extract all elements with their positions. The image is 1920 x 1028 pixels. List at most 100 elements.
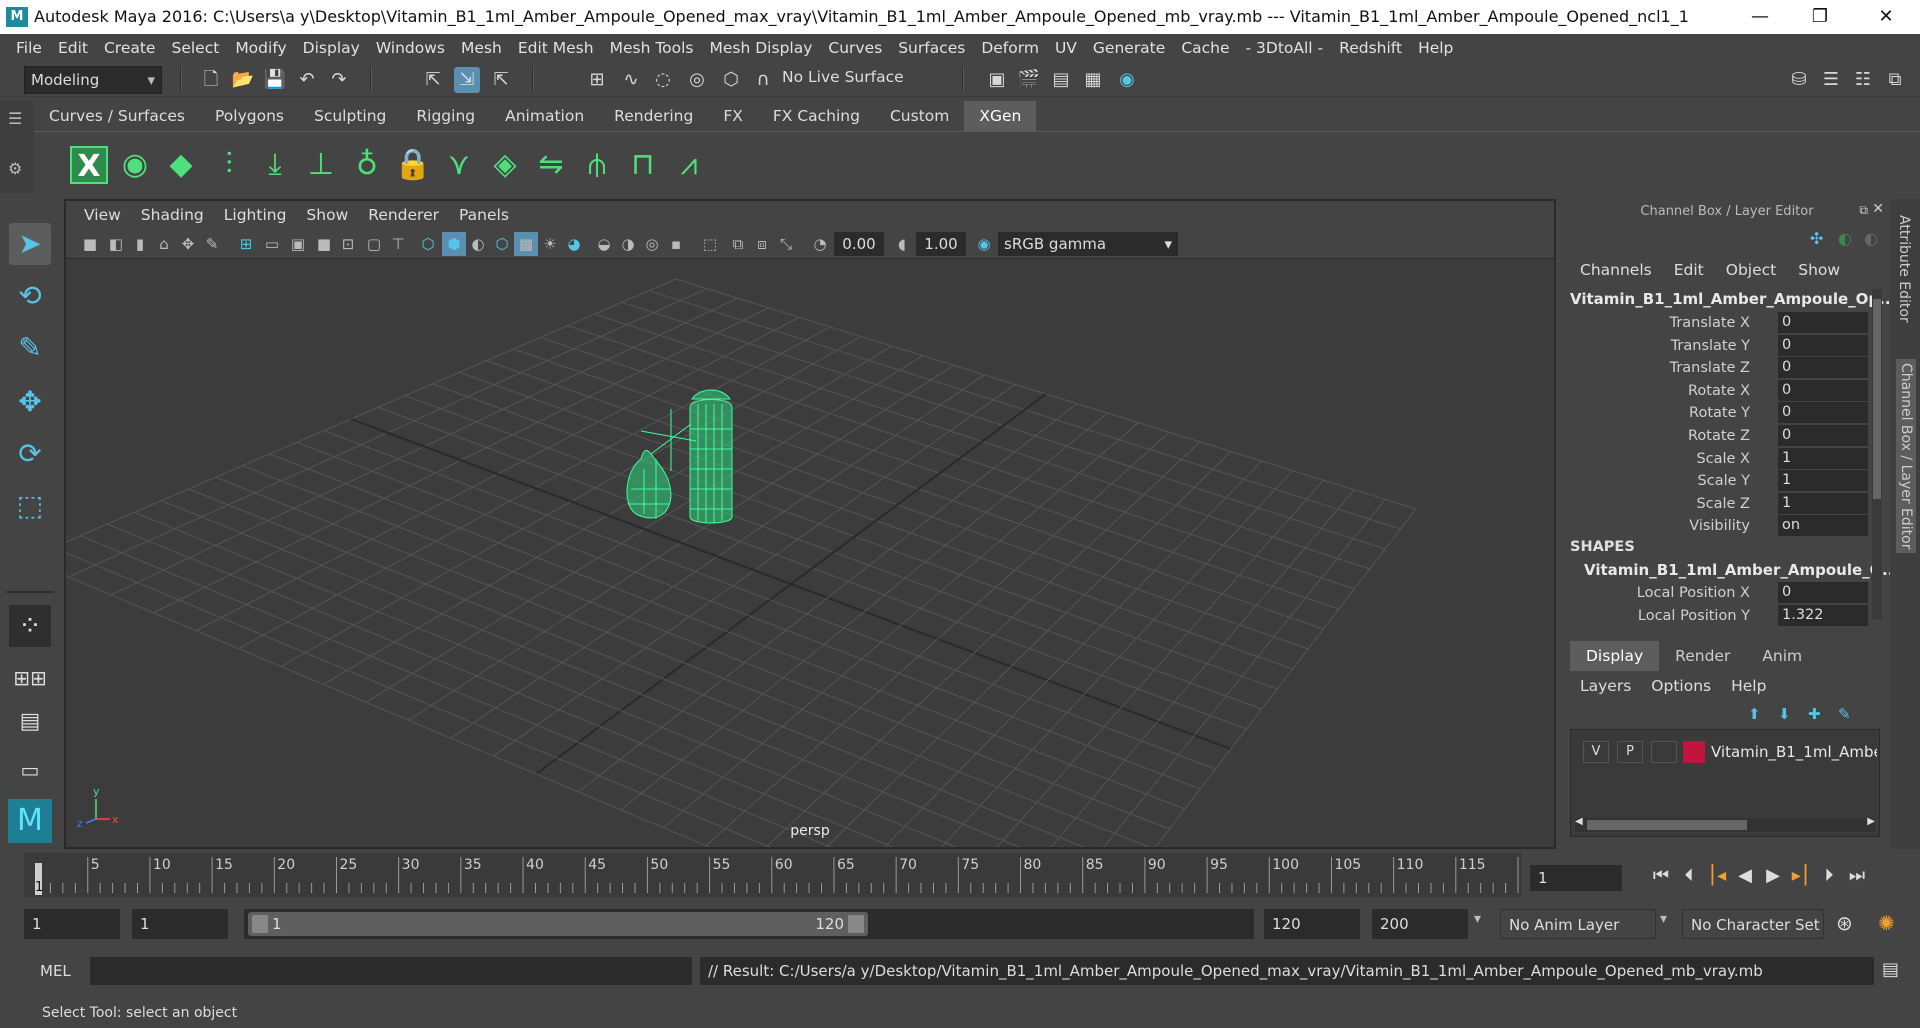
range-slider[interactable]: 1 120 xyxy=(244,909,1254,939)
shape-attribute-row[interactable]: Local Position Y 1.322 xyxy=(1566,604,1876,628)
chevron-down-icon[interactable]: ▾ xyxy=(1660,911,1667,927)
grease-pencil-icon[interactable]: ✎ xyxy=(200,232,224,256)
attribute-row[interactable]: Translate X 0 xyxy=(1566,312,1876,335)
close-icon[interactable]: ✕ xyxy=(1872,201,1884,217)
safe-title-icon[interactable]: ⊤ xyxy=(386,232,410,256)
anim-layer-dropdown[interactable]: No Anim Layer xyxy=(1500,909,1656,939)
chevron-down-icon[interactable]: ▾ xyxy=(1474,911,1481,927)
attribute-value-field[interactable]: 0 xyxy=(1778,334,1868,356)
menu-file[interactable]: File xyxy=(8,39,50,57)
cb-menu-object[interactable]: Object xyxy=(1726,257,1798,283)
attribute-value-field[interactable]: on xyxy=(1778,515,1868,537)
menu-mesh-display[interactable]: Mesh Display xyxy=(702,39,821,57)
vp-menu-lighting[interactable]: Lighting xyxy=(214,206,297,224)
xgen-create-description-icon[interactable]: ◆ xyxy=(162,146,200,184)
time-slider-ruler[interactable]: 5 10 15 20 25 30 35 40 45 50 55 60 65 70 75 80 85 90 95 100… xyxy=(24,853,1522,897)
snap-point-icon[interactable]: ◌ xyxy=(650,67,676,93)
menu-redshift[interactable]: Redshift xyxy=(1331,39,1410,57)
color-management-icon[interactable]: ◉ xyxy=(972,232,996,256)
xgen-delete-guides-icon[interactable]: ⩘ xyxy=(670,146,708,184)
exposure-field[interactable]: 0.00 xyxy=(834,232,884,256)
auto-key-icon[interactable]: ⊛ xyxy=(1836,911,1853,935)
grid-toggle-icon[interactable]: ⊞ xyxy=(234,232,258,256)
menu-help[interactable]: Help xyxy=(1410,39,1461,57)
shelf-tab-polygons[interactable]: Polygons xyxy=(200,101,299,131)
range-start-grip[interactable] xyxy=(252,915,268,933)
vp-menu-panels[interactable]: Panels xyxy=(449,206,519,224)
layer-tab-render[interactable]: Render xyxy=(1659,641,1746,671)
open-scene-icon[interactable]: 📂 xyxy=(230,67,256,93)
tool-settings-icon[interactable]: ☷ xyxy=(1850,67,1876,93)
layer-h-scrollbar[interactable]: ◀ ▶ xyxy=(1575,816,1875,832)
menu-edit-mesh[interactable]: Edit Mesh xyxy=(510,39,602,57)
layer-display-type-toggle[interactable] xyxy=(1651,741,1677,763)
layer-menu-layers[interactable]: Layers xyxy=(1580,677,1651,695)
channel-box-tab[interactable]: Channel Box / Layer Editor xyxy=(1896,359,1916,554)
save-scene-icon[interactable]: 💾 xyxy=(262,67,288,93)
outliner-layout-icon[interactable]: ▤ xyxy=(9,701,51,743)
attribute-value-field[interactable]: 1 xyxy=(1778,492,1868,514)
attribute-value-field[interactable]: 0 xyxy=(1778,357,1868,379)
2d-pan-zoom-icon[interactable]: ✥ xyxy=(176,232,200,256)
xgen-sculpt-guide-icon[interactable]: ⊥ xyxy=(302,146,340,184)
layer-visibility-toggle[interactable]: V xyxy=(1583,741,1609,763)
live-surface-field[interactable]: No Live Surface xyxy=(782,68,904,86)
character-set-dropdown[interactable]: No Character Set xyxy=(1682,909,1824,939)
shelf-tab-curves-surfaces[interactable]: Curves / Surfaces xyxy=(34,101,200,131)
scrollbar-thumb[interactable] xyxy=(1587,820,1747,830)
node-name[interactable]: Vitamin_B1_1ml_Amber_Ampoule_Op... xyxy=(1570,290,1896,308)
select-component-icon[interactable]: ⇱ xyxy=(488,67,514,93)
scale-tool-icon[interactable]: ⬚ xyxy=(9,485,51,527)
camera-select-icon[interactable]: ■ xyxy=(78,232,102,256)
attribute-row[interactable]: Rotate Y 0 xyxy=(1566,402,1876,425)
textured-icon[interactable]: ⬡ xyxy=(490,232,514,256)
menu-surfaces[interactable]: Surfaces xyxy=(890,39,973,57)
redo-icon[interactable]: ↷ xyxy=(326,67,352,93)
cb-menu-show[interactable]: Show xyxy=(1798,257,1862,283)
field-chart-icon[interactable]: ⊡ xyxy=(336,232,360,256)
snap-curve-icon[interactable]: ∿ xyxy=(618,67,644,93)
step-back-key-icon[interactable]: ⏴ xyxy=(1676,863,1702,889)
undo-icon[interactable]: ↶ xyxy=(294,67,320,93)
shelf-tab-xgen[interactable]: XGen xyxy=(964,101,1037,131)
smooth-shade-icon[interactable]: ⬢ xyxy=(442,232,466,256)
attribute-row[interactable]: Rotate X 0 xyxy=(1566,379,1876,403)
attribute-value-field[interactable]: 0 xyxy=(1778,425,1868,446)
xray-icon[interactable]: ⬚ xyxy=(698,232,722,256)
layer-menu-help[interactable]: Help xyxy=(1731,677,1786,695)
menu-cache[interactable]: Cache xyxy=(1173,39,1237,57)
shelf-tab-sculpting[interactable]: Sculpting xyxy=(299,101,401,131)
new-layer-selected-icon[interactable]: ✎ xyxy=(1838,705,1851,723)
menu-display[interactable]: Display xyxy=(295,39,368,57)
attribute-row[interactable]: Scale Y 1 xyxy=(1566,470,1876,493)
modeling-toolkit-icon[interactable]: ⛁ xyxy=(1786,67,1812,93)
xgen-grid-icon[interactable]: ◈ xyxy=(486,146,524,184)
scroll-left-icon[interactable]: ◀ xyxy=(1575,816,1583,827)
vp-menu-shading[interactable]: Shading xyxy=(131,206,214,224)
menu-generate[interactable]: Generate xyxy=(1085,39,1173,57)
maximize-button[interactable]: ❐ xyxy=(1790,0,1850,34)
shadows-icon[interactable]: ☀ xyxy=(538,232,562,256)
layer-tab-display[interactable]: Display xyxy=(1570,641,1660,671)
menu-uv[interactable]: UV xyxy=(1047,39,1085,57)
gate-mask-icon[interactable]: ■ xyxy=(312,232,336,256)
go-to-start-icon[interactable]: ⏮ xyxy=(1648,863,1674,889)
xgen-place-guide-icon[interactable]: ⤓ xyxy=(256,146,294,184)
playback-start-field[interactable]: 1 xyxy=(132,909,228,939)
xgen-select-guides-icon[interactable]: ⫛ xyxy=(578,146,616,184)
play-forward-icon[interactable]: ▶ xyxy=(1760,863,1786,889)
attribute-value-field[interactable]: 1 xyxy=(1778,470,1868,492)
layer-color-swatch[interactable] xyxy=(1683,741,1705,763)
menu-3dtoall[interactable]: - 3DtoAll - xyxy=(1238,39,1332,57)
attribute-value-field[interactable]: 1.322 xyxy=(1778,604,1868,626)
xgen-fan-guides-icon[interactable]: ⋎ xyxy=(440,146,478,184)
minimize-button[interactable]: — xyxy=(1730,0,1790,34)
xgen-editor-icon[interactable]: X xyxy=(70,146,108,184)
xgen-lock-guides-icon[interactable]: 🔒 xyxy=(394,146,432,184)
attribute-row[interactable]: Scale X 1 xyxy=(1566,447,1876,471)
viewport-canvas[interactable]: y x z xyxy=(66,259,1554,849)
wireframe-on-shaded-icon[interactable]: ◐ xyxy=(466,232,490,256)
shelf-tab-animation[interactable]: Animation xyxy=(490,101,599,131)
motion-blur-icon[interactable]: ◒ xyxy=(592,232,616,256)
snap-grid-icon[interactable]: ⊞ xyxy=(584,67,610,93)
